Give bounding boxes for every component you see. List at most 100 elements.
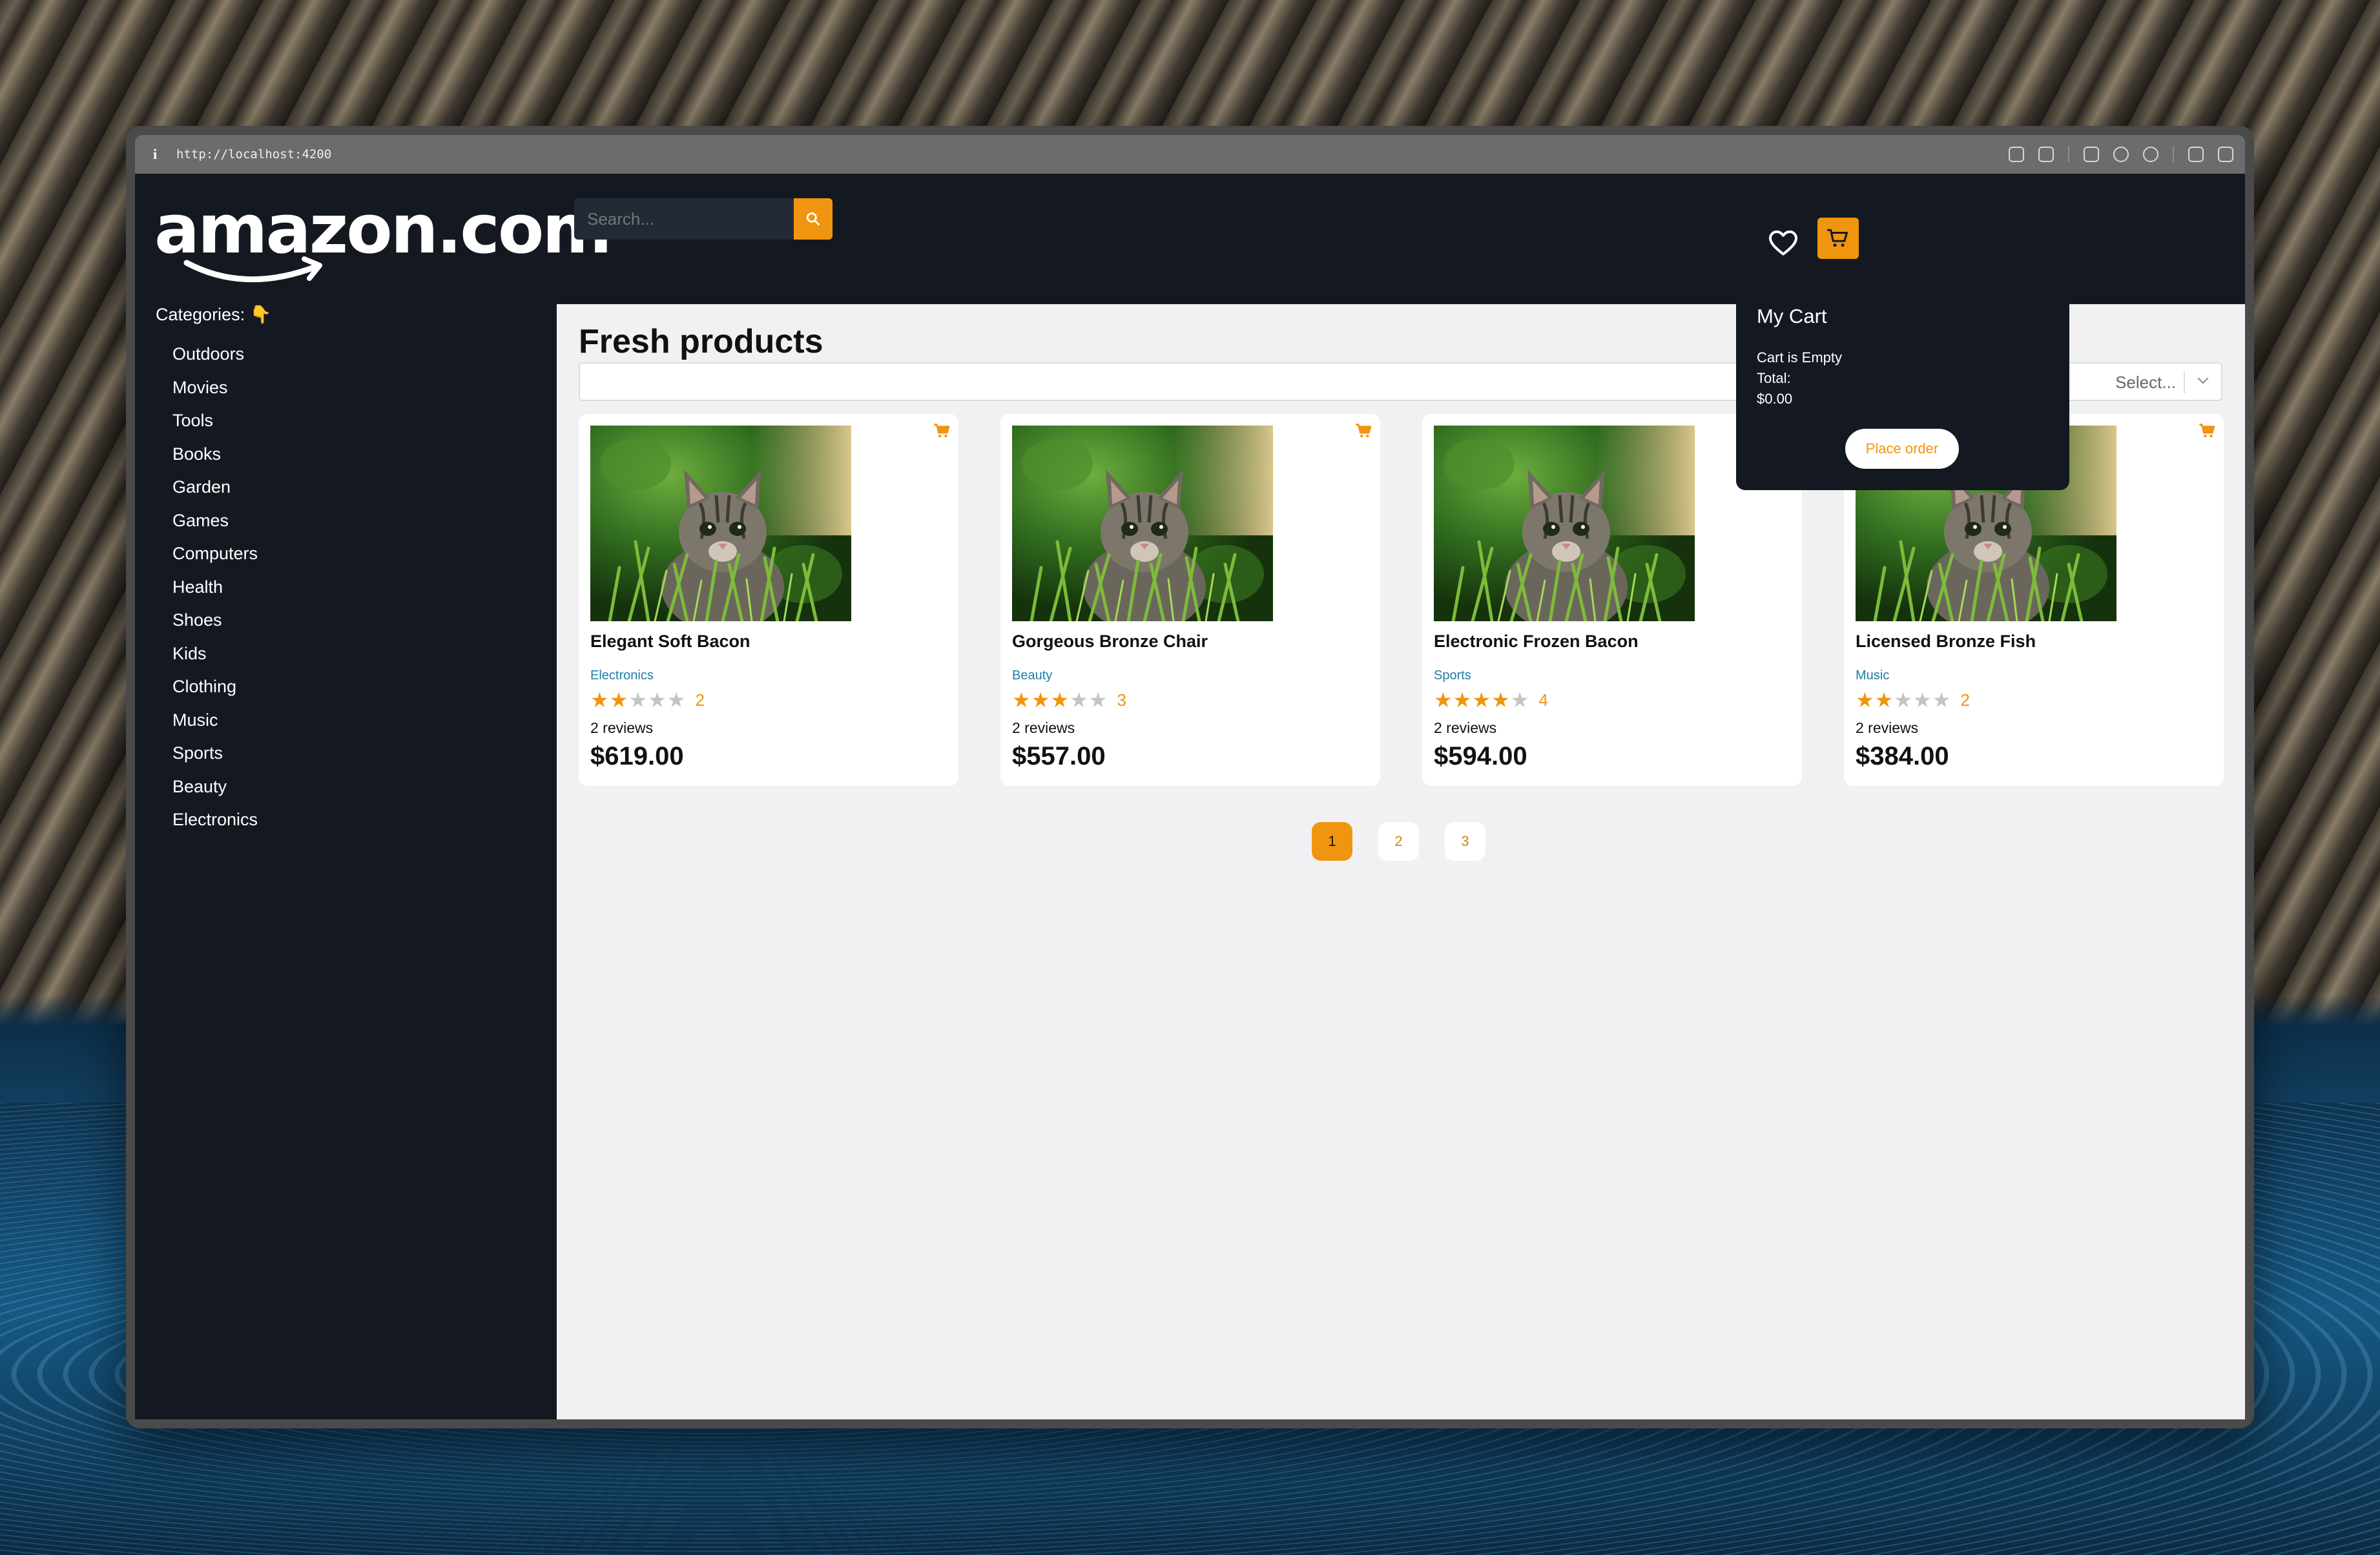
wishlist-button[interactable] bbox=[1764, 224, 1803, 263]
category-item-outdoors[interactable]: Outdoors bbox=[172, 343, 258, 376]
rating-count: 3 bbox=[1117, 690, 1126, 710]
search-bar bbox=[574, 198, 833, 240]
star-filled-icon: ★ bbox=[1472, 688, 1491, 712]
cart-button[interactable] bbox=[1817, 218, 1859, 259]
product-price: $384.00 bbox=[1856, 742, 1949, 770]
star-filled-icon: ★ bbox=[609, 688, 628, 712]
globe-icon[interactable] bbox=[2113, 147, 2129, 162]
category-item-beauty[interactable]: Beauty bbox=[172, 776, 258, 809]
star-filled-icon: ★ bbox=[1491, 688, 1510, 712]
rating-count: 2 bbox=[695, 690, 705, 710]
star-empty-icon: ★ bbox=[667, 688, 686, 712]
page-button-1[interactable]: 1 bbox=[1312, 822, 1352, 861]
star-empty-icon: ★ bbox=[1932, 688, 1951, 712]
select-divider bbox=[2184, 371, 2185, 393]
site-header: amazon.com bbox=[135, 174, 2245, 304]
pagination: 1 2 3 bbox=[1312, 822, 1485, 861]
cart-icon bbox=[1827, 229, 1848, 247]
notes-icon[interactable] bbox=[2188, 147, 2204, 162]
review-count: 2 reviews bbox=[1012, 719, 1075, 736]
star-empty-icon: ★ bbox=[1088, 688, 1108, 712]
star-empty-icon: ★ bbox=[1913, 688, 1932, 712]
category-item-shoes[interactable]: Shoes bbox=[172, 609, 258, 643]
add-to-cart-icon[interactable] bbox=[1356, 423, 1372, 442]
product-category[interactable]: Music bbox=[1856, 668, 1889, 683]
search-input[interactable] bbox=[574, 198, 794, 240]
split-view-icon[interactable] bbox=[2218, 147, 2233, 162]
category-item-sports[interactable]: Sports bbox=[172, 742, 258, 776]
product-card[interactable]: Gorgeous Bronze Chair Beauty ★★★★★ 3 2 re… bbox=[1000, 414, 1380, 786]
star-rating-icons: ★★★★★ bbox=[1434, 688, 1529, 712]
product-rating: ★★★★★ 4 bbox=[1434, 688, 1548, 712]
cart-total-value: $0.00 bbox=[1757, 391, 1793, 407]
product-category[interactable]: Electronics bbox=[590, 668, 654, 683]
category-item-movies[interactable]: Movies bbox=[172, 376, 258, 410]
category-item-games[interactable]: Games bbox=[172, 510, 258, 543]
star-filled-icon: ★ bbox=[590, 688, 609, 712]
product-price: $594.00 bbox=[1434, 742, 1527, 770]
star-empty-icon: ★ bbox=[628, 688, 648, 712]
address-bar[interactable]: http://localhost:4200 bbox=[176, 147, 331, 161]
category-item-electronics[interactable]: Electronics bbox=[172, 808, 258, 842]
site-info-icon[interactable]: i bbox=[153, 146, 163, 163]
page-title: Fresh products bbox=[579, 323, 823, 360]
star-filled-icon: ★ bbox=[1874, 688, 1894, 712]
product-price: $619.00 bbox=[590, 742, 684, 770]
product-price: $557.00 bbox=[1012, 742, 1106, 770]
search-icon bbox=[806, 212, 820, 226]
product-card[interactable]: Elegant Soft Bacon Electronics ★★★★★ 2 2 … bbox=[579, 414, 958, 786]
crosshair-icon[interactable] bbox=[2143, 147, 2158, 162]
camera-icon[interactable] bbox=[2038, 147, 2054, 162]
star-filled-icon: ★ bbox=[1012, 688, 1031, 712]
product-image-kitten[interactable] bbox=[1434, 426, 1695, 621]
category-item-clothing[interactable]: Clothing bbox=[172, 675, 258, 709]
star-filled-icon: ★ bbox=[1050, 688, 1070, 712]
product-rating: ★★★★★ 2 bbox=[1856, 688, 1970, 712]
amazon-logo[interactable]: amazon.com bbox=[154, 191, 612, 287]
product-category[interactable]: Beauty bbox=[1012, 668, 1052, 683]
review-count: 2 reviews bbox=[1856, 719, 1919, 736]
select-placeholder: Select... bbox=[2115, 373, 2176, 392]
product-name[interactable]: Elegant Soft Bacon bbox=[590, 632, 750, 652]
category-item-books[interactable]: Books bbox=[172, 443, 258, 477]
star-empty-icon: ★ bbox=[1070, 688, 1088, 712]
heart-icon bbox=[1769, 231, 1797, 256]
page-button-2[interactable]: 2 bbox=[1378, 822, 1419, 861]
star-rating-icons: ★★★★★ bbox=[1012, 688, 1108, 712]
category-item-kids[interactable]: Kids bbox=[172, 643, 258, 676]
link-icon[interactable] bbox=[2009, 147, 2024, 162]
category-item-computers[interactable]: Computers bbox=[172, 542, 258, 576]
product-image-kitten[interactable] bbox=[590, 426, 851, 621]
product-category[interactable]: Sports bbox=[1434, 668, 1471, 683]
category-item-garden[interactable]: Garden bbox=[172, 476, 258, 510]
star-empty-icon: ★ bbox=[648, 688, 667, 712]
star-filled-icon: ★ bbox=[1453, 688, 1472, 712]
browser-tools bbox=[2009, 135, 2233, 174]
add-to-cart-icon[interactable] bbox=[934, 423, 951, 442]
product-name[interactable]: Licensed Bronze Fish bbox=[1856, 632, 2036, 652]
category-list: Outdoors Movies Tools Books Garden Games… bbox=[172, 343, 258, 842]
rating-count: 2 bbox=[1960, 690, 1970, 710]
product-image-kitten[interactable] bbox=[1012, 426, 1273, 621]
search-button[interactable] bbox=[794, 198, 833, 240]
cart-total-label: Total: bbox=[1757, 370, 1791, 386]
star-rating-icons: ★★★★★ bbox=[590, 688, 686, 712]
browser-window: i http://localhost:4200 amazon.com Searc… bbox=[126, 126, 2254, 1428]
review-count: 2 reviews bbox=[1434, 719, 1497, 736]
product-rating: ★★★★★ 2 bbox=[590, 688, 705, 712]
category-item-health[interactable]: Health bbox=[172, 576, 258, 610]
chevron-down-icon[interactable] bbox=[2197, 376, 2209, 386]
add-to-cart-icon[interactable] bbox=[2199, 423, 2216, 442]
page-button-3[interactable]: 3 bbox=[1445, 822, 1485, 861]
cart-empty-text: Cart is Empty bbox=[1757, 349, 1843, 366]
window-icon[interactable] bbox=[2084, 147, 2099, 162]
star-filled-icon: ★ bbox=[1434, 688, 1453, 712]
product-name[interactable]: Electronic Frozen Bacon bbox=[1434, 632, 1639, 652]
place-order-button[interactable]: Place order bbox=[1845, 429, 1959, 469]
star-filled-icon: ★ bbox=[1856, 688, 1874, 712]
product-name[interactable]: Gorgeous Bronze Chair bbox=[1012, 632, 1208, 652]
star-filled-icon: ★ bbox=[1031, 688, 1050, 712]
category-item-tools[interactable]: Tools bbox=[172, 409, 258, 443]
category-item-music[interactable]: Music bbox=[172, 709, 258, 743]
toolbar-divider bbox=[2173, 146, 2174, 163]
